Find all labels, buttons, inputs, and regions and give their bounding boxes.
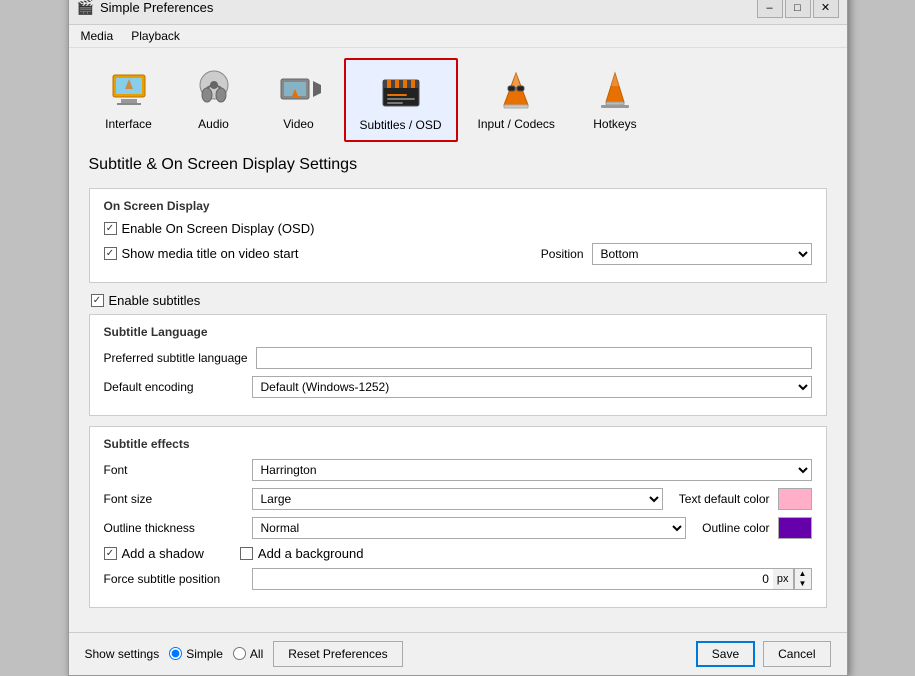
main-window: 🎬 Simple Preferences – □ ✕ Media Playbac… (68, 0, 848, 676)
force-position-row: Force subtitle position px ▲ ▼ (104, 568, 812, 590)
title-bar-buttons: – □ ✕ (757, 0, 839, 18)
text-color-label: Text default color (679, 492, 770, 506)
default-encoding-row: Default encoding Default (Windows-1252) … (104, 376, 812, 398)
preferred-lang-label: Preferred subtitle language (104, 351, 248, 365)
tab-subtitles-label: Subtitles / OSD (360, 118, 442, 132)
show-settings-label: Show settings (85, 647, 160, 661)
force-position-up-button[interactable]: ▲ (795, 569, 811, 579)
footer: Show settings Simple All Reset Preferenc… (69, 632, 847, 675)
enable-osd-row: Enable On Screen Display (OSD) (104, 221, 812, 236)
show-title-checkbox[interactable] (104, 247, 117, 260)
footer-right-buttons: Save Cancel (696, 641, 831, 667)
force-position-label: Force subtitle position (104, 572, 244, 586)
title-bar-left: 🎬 Simple Preferences (77, 0, 214, 16)
add-shadow-checkbox[interactable] (104, 547, 117, 560)
tab-video-label: Video (283, 117, 313, 131)
hotkeys-icon (591, 65, 639, 113)
app-icon: 🎬 (77, 0, 94, 16)
tab-audio-label: Audio (198, 117, 229, 131)
interface-icon (105, 65, 153, 113)
font-row: Font Harrington Arial Times New Roman (104, 459, 812, 481)
enable-osd-label[interactable]: Enable On Screen Display (OSD) (104, 221, 315, 236)
close-button[interactable]: ✕ (813, 0, 839, 18)
input-icon (492, 65, 540, 113)
show-title-row: Show media title on video start Position… (104, 243, 812, 265)
subtitle-language-section: Subtitle Language Preferred subtitle lan… (89, 314, 827, 416)
tab-interface-label: Interface (105, 117, 152, 131)
text-color-swatch[interactable] (778, 488, 812, 510)
tab-audio[interactable]: Audio (174, 58, 254, 142)
subtitle-effects-section: Subtitle effects Font Harrington Arial T… (89, 426, 827, 608)
font-select[interactable]: Harrington Arial Times New Roman (252, 459, 812, 481)
tab-interface[interactable]: Interface (89, 58, 169, 142)
outline-color-label: Outline color (702, 521, 769, 535)
subtitles-icon (377, 66, 425, 114)
force-position-input[interactable] (252, 568, 773, 590)
force-position-spinner: px ▲ ▼ (252, 568, 812, 590)
menu-media[interactable]: Media (73, 27, 122, 45)
menu-playback[interactable]: Playback (123, 27, 188, 45)
cancel-button[interactable]: Cancel (763, 641, 830, 667)
window-title: Simple Preferences (100, 0, 213, 15)
osd-section: On Screen Display Enable On Screen Displ… (89, 188, 827, 283)
default-encoding-label: Default encoding (104, 380, 244, 394)
add-background-label[interactable]: Add a background (240, 546, 364, 561)
settings-mode-group: Simple All (169, 647, 263, 661)
outline-thickness-select[interactable]: None Small Normal Large Larger (252, 517, 687, 539)
tab-hotkeys[interactable]: Hotkeys (575, 58, 655, 142)
font-size-select[interactable]: Small Normal Large Larger Largest (252, 488, 663, 510)
maximize-button[interactable]: □ (785, 0, 811, 18)
outline-thickness-row: Outline thickness None Small Normal Larg… (104, 517, 812, 539)
content-area: Subtitle & On Screen Display Settings On… (69, 142, 847, 632)
tab-input-label: Input / Codecs (478, 117, 555, 131)
enable-subtitles-checkbox[interactable] (91, 294, 104, 307)
shadow-background-row: Add a shadow Add a background (104, 546, 812, 561)
add-shadow-label[interactable]: Add a shadow (104, 546, 204, 561)
font-size-row: Font size Small Normal Large Larger Larg… (104, 488, 812, 510)
tab-input[interactable]: Input / Codecs (463, 58, 570, 142)
simple-radio-label[interactable]: Simple (169, 647, 223, 661)
enable-osd-checkbox[interactable] (104, 222, 117, 235)
font-size-label: Font size (104, 492, 244, 506)
audio-icon (190, 65, 238, 113)
font-label: Font (104, 463, 244, 477)
reset-preferences-button[interactable]: Reset Preferences (273, 641, 402, 667)
simple-radio[interactable] (169, 647, 182, 660)
force-position-unit: px (773, 568, 794, 590)
position-select[interactable]: Bottom Top Left Right Center (592, 243, 812, 265)
all-radio[interactable] (233, 647, 246, 660)
enable-subtitles-label[interactable]: Enable subtitles (91, 293, 201, 308)
preferred-lang-row: Preferred subtitle language (104, 347, 812, 369)
tab-video[interactable]: Video (259, 58, 339, 142)
minimize-button[interactable]: – (757, 0, 783, 18)
preferred-lang-input[interactable] (256, 347, 812, 369)
tab-subtitles[interactable]: Subtitles / OSD (344, 58, 458, 142)
force-position-down-button[interactable]: ▼ (795, 579, 811, 589)
outline-color-swatch[interactable] (778, 517, 812, 539)
enable-subtitles-row: Enable subtitles (89, 293, 827, 308)
title-bar: 🎬 Simple Preferences – □ ✕ (69, 0, 847, 25)
show-title-label[interactable]: Show media title on video start (104, 246, 299, 261)
add-background-checkbox[interactable] (240, 547, 253, 560)
video-icon (275, 65, 323, 113)
menu-bar: Media Playback (69, 25, 847, 48)
tab-hotkeys-label: Hotkeys (593, 117, 636, 131)
force-position-spinner-buttons: ▲ ▼ (794, 568, 812, 590)
default-encoding-select[interactable]: Default (Windows-1252) UTF-8 ISO-8859-1 (252, 376, 812, 398)
osd-group-label: On Screen Display (104, 199, 812, 213)
position-label: Position (541, 247, 584, 261)
effects-group-label: Subtitle effects (104, 437, 812, 451)
all-radio-label[interactable]: All (233, 647, 263, 661)
language-group-label: Subtitle Language (104, 325, 812, 339)
outline-thickness-label: Outline thickness (104, 521, 244, 535)
nav-tabs: Interface Audio (69, 48, 847, 142)
page-section-title: Subtitle & On Screen Display Settings (89, 156, 827, 174)
save-button[interactable]: Save (696, 641, 755, 667)
